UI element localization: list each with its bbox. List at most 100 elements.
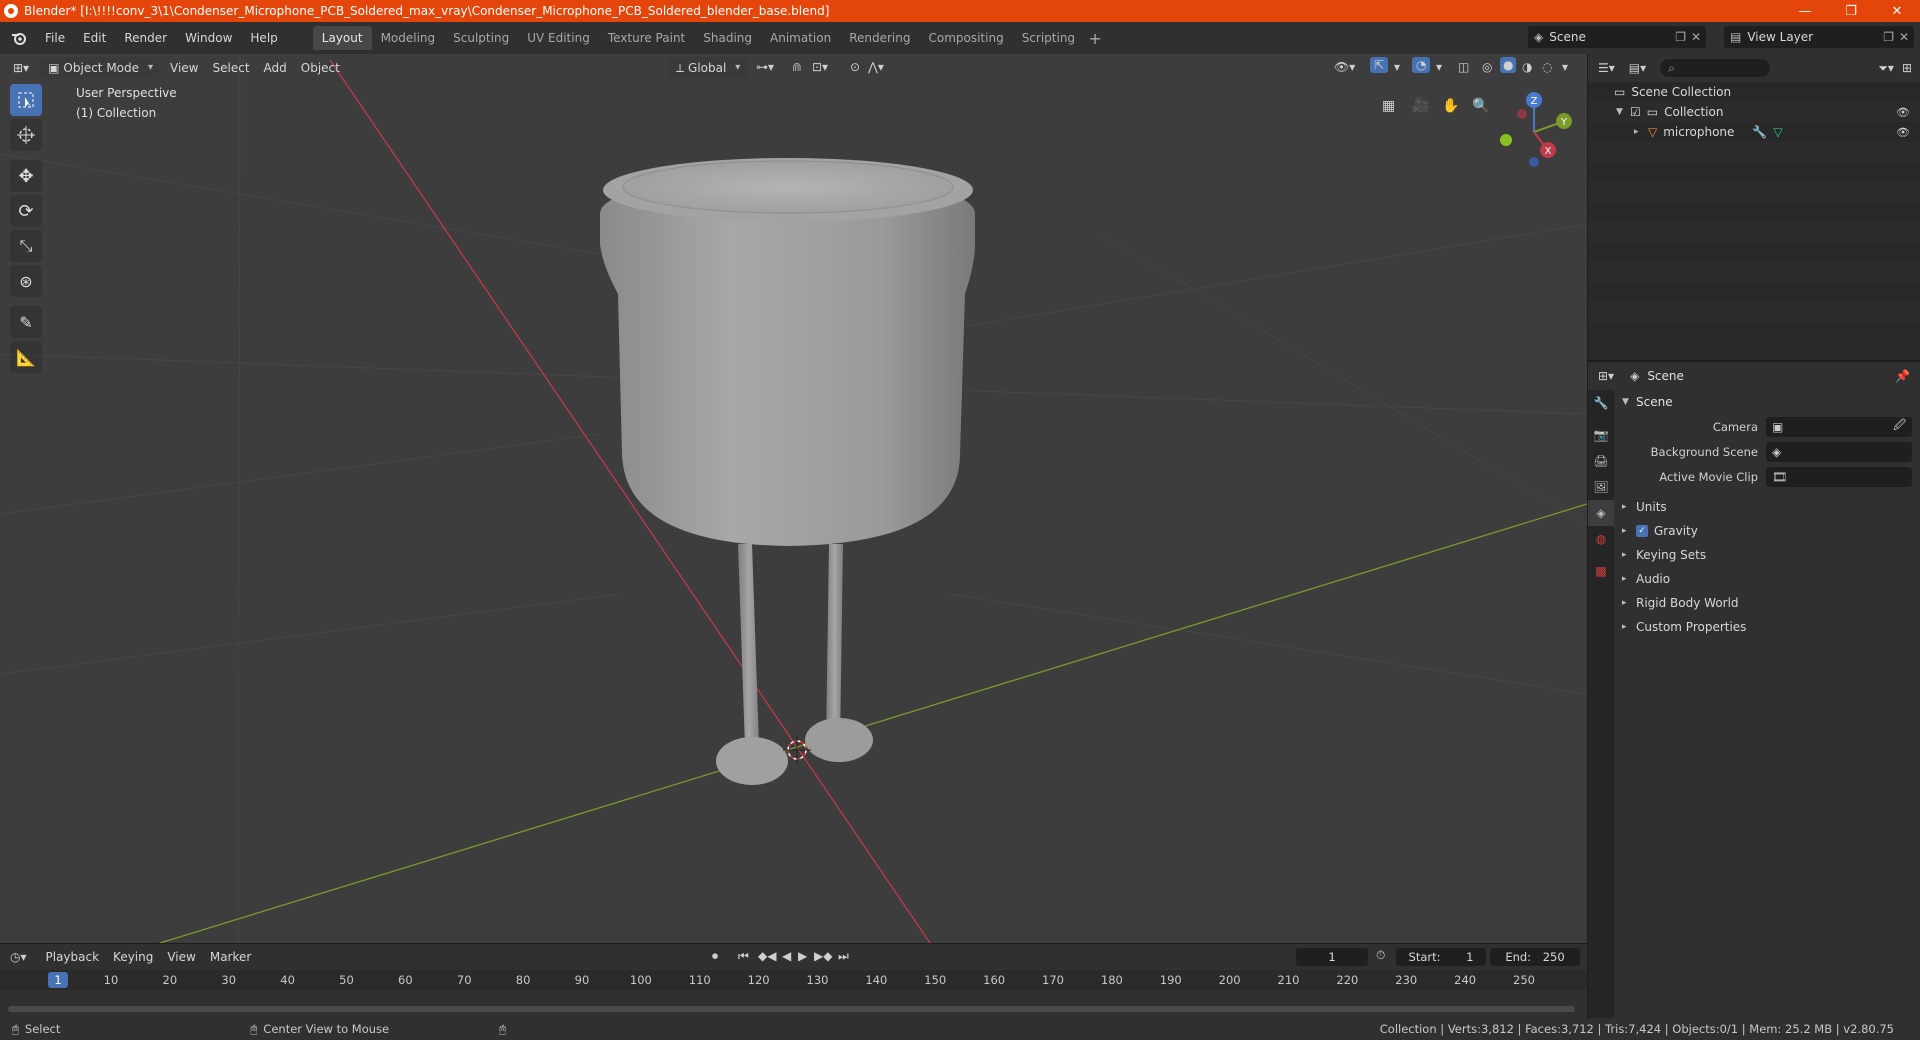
- tab-rendering[interactable]: Rendering: [840, 26, 919, 50]
- overlay-dropdown-icon[interactable]: ▾: [1436, 60, 1442, 74]
- ortho-toggle-icon[interactable]: ▦: [1382, 98, 1395, 114]
- view-layer-tab-icon[interactable]: 🖼: [1588, 474, 1614, 500]
- annotate-tool[interactable]: ✎: [10, 306, 42, 338]
- scene-tab-icon[interactable]: ◈: [1588, 500, 1614, 526]
- tab-sculpting[interactable]: Sculpting: [444, 26, 518, 50]
- audio-section[interactable]: ▸ Audio: [1616, 567, 1920, 591]
- proportional-falloff-icon[interactable]: ⋀▾: [868, 60, 884, 74]
- move-tool[interactable]: ✥: [10, 160, 42, 192]
- pin-icon[interactable]: 📌: [1895, 369, 1910, 383]
- gravity-checkbox[interactable]: ✓: [1636, 525, 1648, 537]
- solid-shading-icon[interactable]: ●: [1500, 57, 1517, 73]
- jump-end-icon[interactable]: ⏭: [838, 949, 849, 964]
- pan-hand-icon[interactable]: ✋: [1442, 98, 1459, 114]
- tab-uv-editing[interactable]: UV Editing: [518, 26, 599, 50]
- end-frame-field[interactable]: End: 250: [1490, 948, 1580, 966]
- expand-object-icon[interactable]: ▸: [1634, 127, 1648, 137]
- outliner-row-collection[interactable]: ▼ ☑ ▭ Collection 👁: [1588, 102, 1920, 122]
- shading-dropdown-icon[interactable]: ▾: [1562, 60, 1568, 74]
- cursor-tool[interactable]: [10, 119, 42, 151]
- visibility-icon[interactable]: 👁▾: [1334, 60, 1355, 74]
- active-movie-clip-field[interactable]: 🎞: [1766, 466, 1912, 487]
- axis-gizmo[interactable]: Z Y X: [1496, 88, 1576, 168]
- units-section[interactable]: ▸ Units: [1616, 495, 1920, 519]
- new-scene-icon[interactable]: ❐: [1675, 30, 1686, 44]
- timeline-ruler[interactable]: 1 10 20 30 40 50 60 70 80 90 100 110 120 130 140 150 160…: [0, 970, 1587, 990]
- record-button-icon[interactable]: ⏺: [712, 949, 718, 964]
- gizmo-dropdown-icon[interactable]: ▾: [1394, 60, 1400, 74]
- tab-modeling[interactable]: Modeling: [372, 26, 445, 50]
- proportional-edit-icon[interactable]: ⊙: [850, 60, 860, 74]
- editor-type-icon[interactable]: ⊞▾: [6, 57, 36, 79]
- camera-field[interactable]: ▣ 🖉: [1766, 416, 1912, 437]
- scene-section-header[interactable]: ▼ Scene: [1616, 390, 1920, 414]
- wireframe-shading-icon[interactable]: ◎: [1482, 60, 1492, 74]
- overlay-toggle-icon[interactable]: ◔: [1412, 57, 1431, 73]
- zoom-icon[interactable]: 🔍: [1472, 98, 1489, 114]
- current-frame-marker[interactable]: 1: [48, 972, 68, 988]
- blender-menu-icon[interactable]: [8, 27, 30, 49]
- transform-tool[interactable]: ⊛: [10, 265, 42, 297]
- maximize-button[interactable]: ❐: [1828, 0, 1874, 22]
- tab-compositing[interactable]: Compositing: [919, 26, 1012, 50]
- view-layer-selector[interactable]: ▤ View Layer ❐ ✕: [1724, 26, 1914, 48]
- minimize-button[interactable]: —: [1782, 0, 1828, 22]
- viewport-menu-view[interactable]: View: [163, 57, 205, 79]
- jump-start-icon[interactable]: ⏮: [738, 949, 749, 964]
- render-tab-icon[interactable]: 📷: [1588, 422, 1614, 448]
- custom-properties-section[interactable]: ▸ Custom Properties: [1616, 615, 1920, 639]
- world-tab-icon[interactable]: ◍: [1588, 526, 1614, 552]
- pivot-point-icon[interactable]: ⊶▾: [756, 60, 774, 74]
- eyedropper-icon[interactable]: 🖉: [1893, 416, 1906, 437]
- keying-sets-section[interactable]: ▸ Keying Sets: [1616, 543, 1920, 567]
- tab-scripting[interactable]: Scripting: [1013, 26, 1084, 50]
- gizmo-toggle-icon[interactable]: ⇱: [1370, 57, 1389, 73]
- add-workspace-button[interactable]: +: [1084, 29, 1106, 48]
- output-tab-icon[interactable]: 🖨: [1588, 448, 1614, 474]
- outliner-search-input[interactable]: ⌕: [1660, 59, 1771, 77]
- viewport-menu-add[interactable]: Add: [257, 57, 294, 79]
- filter-icon[interactable]: ⏷▾: [1878, 61, 1894, 76]
- rigid-body-world-section[interactable]: ▸ Rigid Body World: [1616, 591, 1920, 615]
- rotate-tool[interactable]: ⟳: [10, 195, 42, 227]
- snap-icon[interactable]: ⋒: [792, 60, 802, 74]
- new-view-layer-icon[interactable]: ❐: [1883, 30, 1894, 44]
- menu-help[interactable]: Help: [241, 27, 286, 49]
- menu-edit[interactable]: Edit: [74, 27, 115, 49]
- tab-layout[interactable]: Layout: [312, 26, 372, 50]
- current-frame-field[interactable]: 1: [1296, 948, 1368, 966]
- play-icon[interactable]: ▶: [798, 949, 807, 963]
- remove-scene-icon[interactable]: ✕: [1691, 30, 1701, 44]
- menu-window[interactable]: Window: [176, 27, 241, 49]
- collection-checkbox[interactable]: ☑: [1630, 105, 1641, 119]
- mode-dropdown[interactable]: ▣ Object Mode: [40, 57, 160, 79]
- jump-keyframe-forward-icon[interactable]: ▶◆: [814, 949, 832, 963]
- display-mode-icon[interactable]: ▤▾: [1629, 61, 1646, 75]
- background-scene-field[interactable]: ◈: [1766, 441, 1912, 462]
- close-button[interactable]: ✕: [1874, 0, 1920, 22]
- material-shading-icon[interactable]: ◑: [1522, 60, 1532, 74]
- timeline-menu-playback[interactable]: Playback: [39, 946, 107, 968]
- timeline-scrollbar[interactable]: [8, 1006, 1575, 1012]
- viewport-menu-select[interactable]: Select: [206, 57, 257, 79]
- tab-animation[interactable]: Animation: [761, 26, 840, 50]
- texture-tab-icon[interactable]: ▩: [1588, 558, 1614, 584]
- rendered-shading-icon[interactable]: ◌: [1542, 60, 1552, 74]
- object-visibility-icon[interactable]: 👁: [1896, 126, 1910, 139]
- 3d-viewport[interactable]: ⊞▾ ▣Object Mode View Select Add Object ⟂…: [0, 54, 1587, 943]
- play-reverse-icon[interactable]: ◀: [782, 949, 791, 963]
- outliner-editor-type-icon[interactable]: ☰▾: [1598, 61, 1615, 75]
- camera-view-icon[interactable]: 🎥: [1412, 98, 1429, 114]
- collection-visibility-icon[interactable]: 👁: [1896, 106, 1910, 119]
- select-box-tool[interactable]: [10, 84, 42, 116]
- expand-collection-icon[interactable]: ▼: [1616, 107, 1630, 117]
- preview-range-icon[interactable]: ⏱: [1376, 948, 1385, 963]
- scene-selector[interactable]: ◈ Scene ❐ ✕: [1528, 26, 1706, 48]
- scale-tool[interactable]: ⤡: [10, 230, 42, 262]
- timeline-menu-marker[interactable]: Marker: [203, 946, 258, 968]
- timeline-editor-type-icon[interactable]: ◷▾: [10, 950, 27, 964]
- tab-texture-paint[interactable]: Texture Paint: [599, 26, 694, 50]
- timeline-menu-keying[interactable]: Keying: [106, 946, 160, 968]
- snap-target-icon[interactable]: ⊡▾: [812, 60, 828, 74]
- tool-tab-icon[interactable]: 🔧: [1588, 390, 1614, 416]
